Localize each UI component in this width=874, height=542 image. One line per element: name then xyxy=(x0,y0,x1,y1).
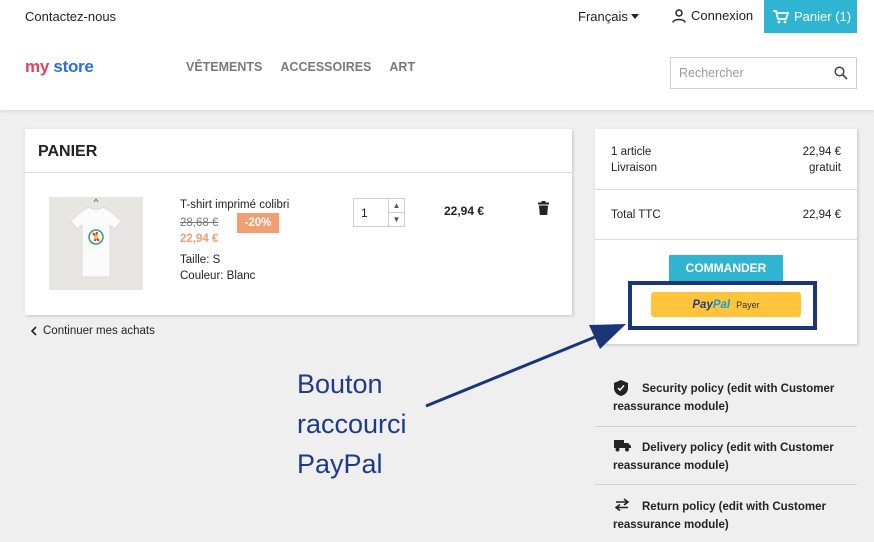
items-row: 1 article 22,94 € xyxy=(611,146,841,158)
chevron-up-icon[interactable]: ▲ xyxy=(389,199,404,213)
chevron-left-icon xyxy=(30,326,37,336)
search-icon[interactable] xyxy=(834,66,848,80)
top-bar: Contactez-nous Français Connexion Panier… xyxy=(0,0,874,33)
product-price: 22,94 € xyxy=(180,233,219,245)
items-label: 1 article xyxy=(611,146,652,158)
product-image[interactable] xyxy=(49,197,143,290)
annotation-line: PayPal xyxy=(297,449,383,479)
line-total: 22,94 € xyxy=(444,204,485,218)
search-placeholder: Rechercher xyxy=(679,66,744,80)
total-label: Total TTC xyxy=(611,209,661,221)
language-selector[interactable]: Français xyxy=(578,9,639,24)
language-label: Français xyxy=(578,9,628,24)
shipping-label: Livraison xyxy=(611,162,658,174)
stepper-buttons: ▲ ▼ xyxy=(388,199,404,226)
caret-down-icon xyxy=(630,14,639,19)
continue-shopping-link[interactable]: Continuer mes achats xyxy=(30,325,155,337)
reassurance-text: Delivery policy (edit with Customer reas… xyxy=(613,442,834,472)
old-price: 28,68 € xyxy=(180,217,219,229)
product-color: Couleur: Blanc xyxy=(180,270,256,282)
paypal-highlight-box xyxy=(628,281,817,330)
cart-title: PANIER xyxy=(38,143,98,160)
discount-badge: -20% xyxy=(237,213,279,233)
annotation-label: Bouton raccourci PayPal xyxy=(297,364,457,484)
continue-label: Continuer mes achats xyxy=(43,325,155,337)
nav-item-art[interactable]: ART xyxy=(389,60,415,74)
site-header: my store VÊTEMENTS ACCESSOIRES ART Reche… xyxy=(0,33,874,110)
divider xyxy=(595,239,857,240)
login-label: Connexion xyxy=(691,8,754,23)
shipping-row: Livraison gratuit xyxy=(611,162,841,174)
store-logo[interactable]: my store xyxy=(25,57,94,77)
trash-icon[interactable] xyxy=(538,201,549,215)
quantity-stepper[interactable]: 1 ▲ ▼ xyxy=(353,198,405,227)
total-value: 22,94 € xyxy=(802,209,841,221)
contact-link[interactable]: Contactez-nous xyxy=(25,9,116,24)
nav-item-accessoires[interactable]: ACCESSOIRES xyxy=(280,60,371,74)
search-input[interactable]: Rechercher xyxy=(670,57,857,89)
checkout-button[interactable]: COMMANDER xyxy=(669,255,783,281)
nav-item-vetements[interactable]: VÊTEMENTS xyxy=(186,60,262,74)
reassurance-text: Return policy (edit with Customer reassu… xyxy=(613,501,827,531)
main-nav: VÊTEMENTS ACCESSOIRES ART xyxy=(186,60,415,74)
tshirt-image xyxy=(70,198,122,278)
divider xyxy=(25,172,572,173)
login-link[interactable]: Connexion xyxy=(672,8,753,23)
cart-panel: PANIER T-shirt imprimé colibri 28,68 € -… xyxy=(25,129,572,315)
logo-word-my: my xyxy=(25,57,49,76)
user-icon xyxy=(672,8,686,23)
quantity-value[interactable]: 1 xyxy=(361,206,368,220)
divider xyxy=(595,189,857,190)
annotation-line: raccourci xyxy=(297,409,407,439)
cart-icon xyxy=(773,9,789,23)
logo-word-store: store xyxy=(53,57,94,76)
shipping-value: gratuit xyxy=(809,162,841,174)
chevron-down-icon[interactable]: ▼ xyxy=(389,213,404,227)
divider xyxy=(595,484,857,485)
total-row: Total TTC 22,94 € xyxy=(611,209,841,221)
product-name[interactable]: T-shirt imprimé colibri xyxy=(180,199,289,211)
reassurance-text: Security policy (edit with Customer reas… xyxy=(613,383,835,413)
product-size: Taille: S xyxy=(180,254,221,266)
cart-button[interactable]: Panier (1) xyxy=(764,0,857,33)
items-value: 22,94 € xyxy=(802,146,841,158)
annotation-line: Bouton xyxy=(297,369,383,399)
cart-button-label: Panier (1) xyxy=(794,9,852,24)
divider xyxy=(595,426,857,427)
